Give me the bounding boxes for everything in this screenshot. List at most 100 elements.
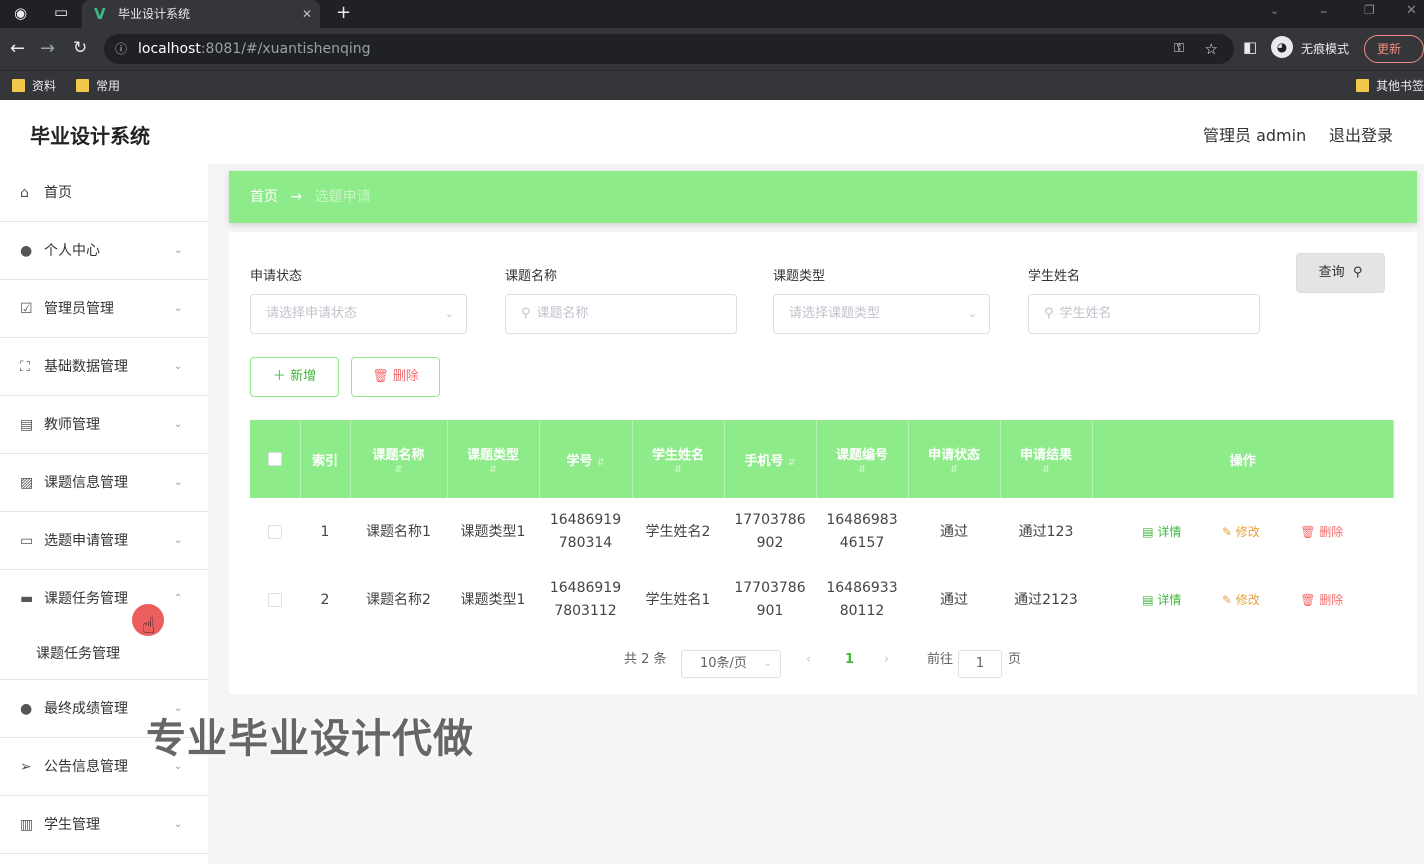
filter-type-select[interactable]: 请选择课题类型 ⌄ (773, 294, 990, 334)
sort-icon[interactable]: ⇵ (448, 465, 539, 475)
column-header[interactable]: 课题类型 ⇵ (447, 420, 540, 498)
breadcrumb-home[interactable]: 首页 (250, 189, 278, 205)
bookmark-folder[interactable]: 资料 (10, 71, 56, 101)
sort-icon[interactable]: ⇵ (788, 458, 796, 468)
browser-toolbar: ← → ↻ ⓘ localhost:8081/#/xuantishenqing … (0, 28, 1424, 70)
prev-page-icon[interactable]: ‹ (806, 646, 811, 674)
detail-button[interactable]: ▤ 详情 (1142, 589, 1181, 612)
row-checkbox[interactable] (268, 592, 282, 607)
select-all-checkbox[interactable] (267, 452, 282, 466)
home-icon: ⌂ (20, 185, 29, 201)
column-header: 索引 (300, 420, 351, 498)
column-header-label: 课题类型 (466, 447, 519, 463)
edit-button[interactable]: ✎ 修改 (1222, 521, 1260, 544)
globe-icon[interactable]: ◉ (14, 4, 27, 22)
sort-icon[interactable]: ⇵ (633, 465, 724, 475)
sidebar-item-applications[interactable]: ▭ 选题申请管理 ⌄ (0, 512, 208, 570)
back-icon[interactable]: ← (10, 38, 25, 59)
cell-result: 通过123 (1018, 523, 1074, 540)
delete-button[interactable]: 🗑 删除 (1300, 521, 1343, 544)
sidebar-item-basedata[interactable]: ⛶ 基础数据管理 ⌄ (0, 338, 208, 396)
cell-line: 80112 (839, 603, 885, 619)
cell-topic-code: 16486933 80112 (816, 566, 908, 634)
chevron-down-icon: ⌄ (174, 245, 183, 256)
page-size-value: 10条/页 (700, 656, 747, 671)
sort-icon[interactable]: ⇵ (597, 458, 605, 468)
detail-button[interactable]: ▤ 详情 (1142, 521, 1181, 544)
sidepanel-icon[interactable]: ◧ (1243, 38, 1257, 56)
page-size-select[interactable]: 10条/页 ⌄ (681, 650, 781, 678)
detail-label: 详情 (1157, 524, 1182, 539)
key-icon[interactable]: ⚿ (1174, 34, 1184, 64)
forward-icon[interactable]: → (40, 38, 55, 59)
sidebar-item-students[interactable]: ▥ 学生管理 ⌄ (0, 796, 208, 854)
filter-status-select[interactable]: 请选择申请状态 ⌄ (250, 294, 467, 334)
filter-student-input[interactable]: ⚲ 学生姓名 (1028, 294, 1260, 334)
column-header[interactable]: 申请状态 ⇵ (908, 420, 1001, 498)
other-bookmarks[interactable]: 其他书签 (1354, 71, 1424, 101)
edit-button[interactable]: ✎ 修改 (1222, 589, 1260, 612)
sort-icon[interactable]: ⇵ (351, 465, 447, 475)
submenu-item-tasks[interactable]: 课题任务管理 (0, 628, 208, 680)
batch-delete-button[interactable]: 🗑 删除 (351, 357, 440, 397)
table-header-row: 索引 课题名称 ⇵ 课题类型 ⇵ 学号 ⇵ 学生姓名 ⇵ 手机号 ⇵ 课题编号 ⇵ 申请… (250, 420, 1394, 498)
reload-icon[interactable]: ↻ (73, 38, 87, 58)
chevron-down-icon: ⌄ (174, 477, 183, 488)
column-header[interactable]: 学生姓名 ⇵ (632, 420, 725, 498)
column-header[interactable]: 学号 ⇵ (539, 420, 633, 498)
row-checkbox[interactable] (268, 524, 282, 539)
sort-icon[interactable]: ⇵ (909, 465, 1000, 475)
address-bar[interactable]: ⓘ localhost:8081/#/xuantishenqing ⚿ ☆ (104, 34, 1234, 64)
sort-icon[interactable]: ⇵ (817, 465, 908, 475)
star-icon[interactable]: ☆ (1205, 34, 1218, 64)
tab-list-icon[interactable]: ⌄ (1270, 4, 1279, 17)
cell-line: 901 (756, 603, 784, 619)
delete-label: 删除 (1319, 524, 1344, 539)
column-header[interactable]: 手机号 ⇵ (724, 420, 817, 498)
sidebar-item-tasks[interactable]: ▬ 课题任务管理 ⌃ (0, 570, 208, 628)
restore-icon[interactable]: ❐ (1364, 3, 1375, 17)
sidebar-item-profile[interactable]: ● 个人中心 ⌄ (0, 222, 208, 280)
goto-page-input[interactable]: 1 (958, 650, 1002, 678)
page-number[interactable]: 1 (845, 646, 854, 674)
bookmark-folder[interactable]: 常用 (74, 71, 120, 101)
sidebar-item-home[interactable]: ⌂ 首页 (0, 164, 208, 222)
next-page-icon[interactable]: › (884, 646, 889, 674)
delete-label: 删除 (1319, 592, 1344, 607)
column-header[interactable]: 课题名称 ⇵ (350, 420, 448, 498)
filter-name-input[interactable]: ⚲ 课题名称 (505, 294, 737, 334)
sidebar-item-label: 最终成绩管理 (44, 701, 128, 717)
cell-status: 通过 (940, 523, 968, 540)
monitor-icon: ▬ (20, 591, 34, 607)
query-label: 查询 (1318, 265, 1345, 280)
page-unit-label: 页 (1008, 652, 1022, 667)
data-table: 索引 课题名称 ⇵ 课题类型 ⇵ 学号 ⇵ 学生姓名 ⇵ 手机号 ⇵ 课题编号 ⇵ 申请… (250, 420, 1394, 634)
sidebar-item-topics[interactable]: ▨ 课题信息管理 ⌄ (0, 454, 208, 512)
cell-status: 通过 (940, 591, 968, 608)
logout-link[interactable]: 退出登录 (1329, 122, 1393, 146)
incognito-icon: ◕ (1271, 36, 1293, 58)
id-card-icon: ▤ (20, 417, 34, 433)
cell-line: 16486919 (549, 580, 622, 596)
plus-icon: ＋ (272, 369, 286, 384)
update-button[interactable]: 更新 (1364, 35, 1424, 63)
sidebar-item-teachers[interactable]: ▤ 教师管理 ⌄ (0, 396, 208, 454)
cell-line: 902 (756, 535, 784, 551)
browser-tab[interactable]: V 毕业设计系统 ✕ (82, 0, 320, 28)
sort-icon[interactable]: ⇵ (1001, 465, 1092, 475)
tab-search-icon[interactable]: ▭ (54, 3, 68, 21)
window-close-icon[interactable]: ✕ (1406, 3, 1417, 18)
select-placeholder: 请选择申请状态 (266, 306, 358, 321)
sidebar-item-admins[interactable]: ☑ 管理员管理 ⌄ (0, 280, 208, 338)
new-tab-icon[interactable]: + (336, 2, 351, 23)
query-button[interactable]: 查询 ⚲ (1296, 253, 1385, 293)
column-header[interactable]: 申请结果 ⇵ (1000, 420, 1093, 498)
minimize-icon[interactable]: – (1320, 2, 1328, 20)
tab-close-icon[interactable]: ✕ (302, 0, 312, 28)
filter-type-label: 课题类型 (773, 269, 826, 284)
add-button[interactable]: ＋ 新增 (250, 357, 339, 397)
delete-button[interactable]: 🗑 删除 (1300, 589, 1343, 612)
column-header[interactable]: 课题编号 ⇵ (816, 420, 909, 498)
info-icon[interactable]: ⓘ (115, 34, 127, 64)
cell-phone: 17703786 902 (724, 498, 816, 566)
